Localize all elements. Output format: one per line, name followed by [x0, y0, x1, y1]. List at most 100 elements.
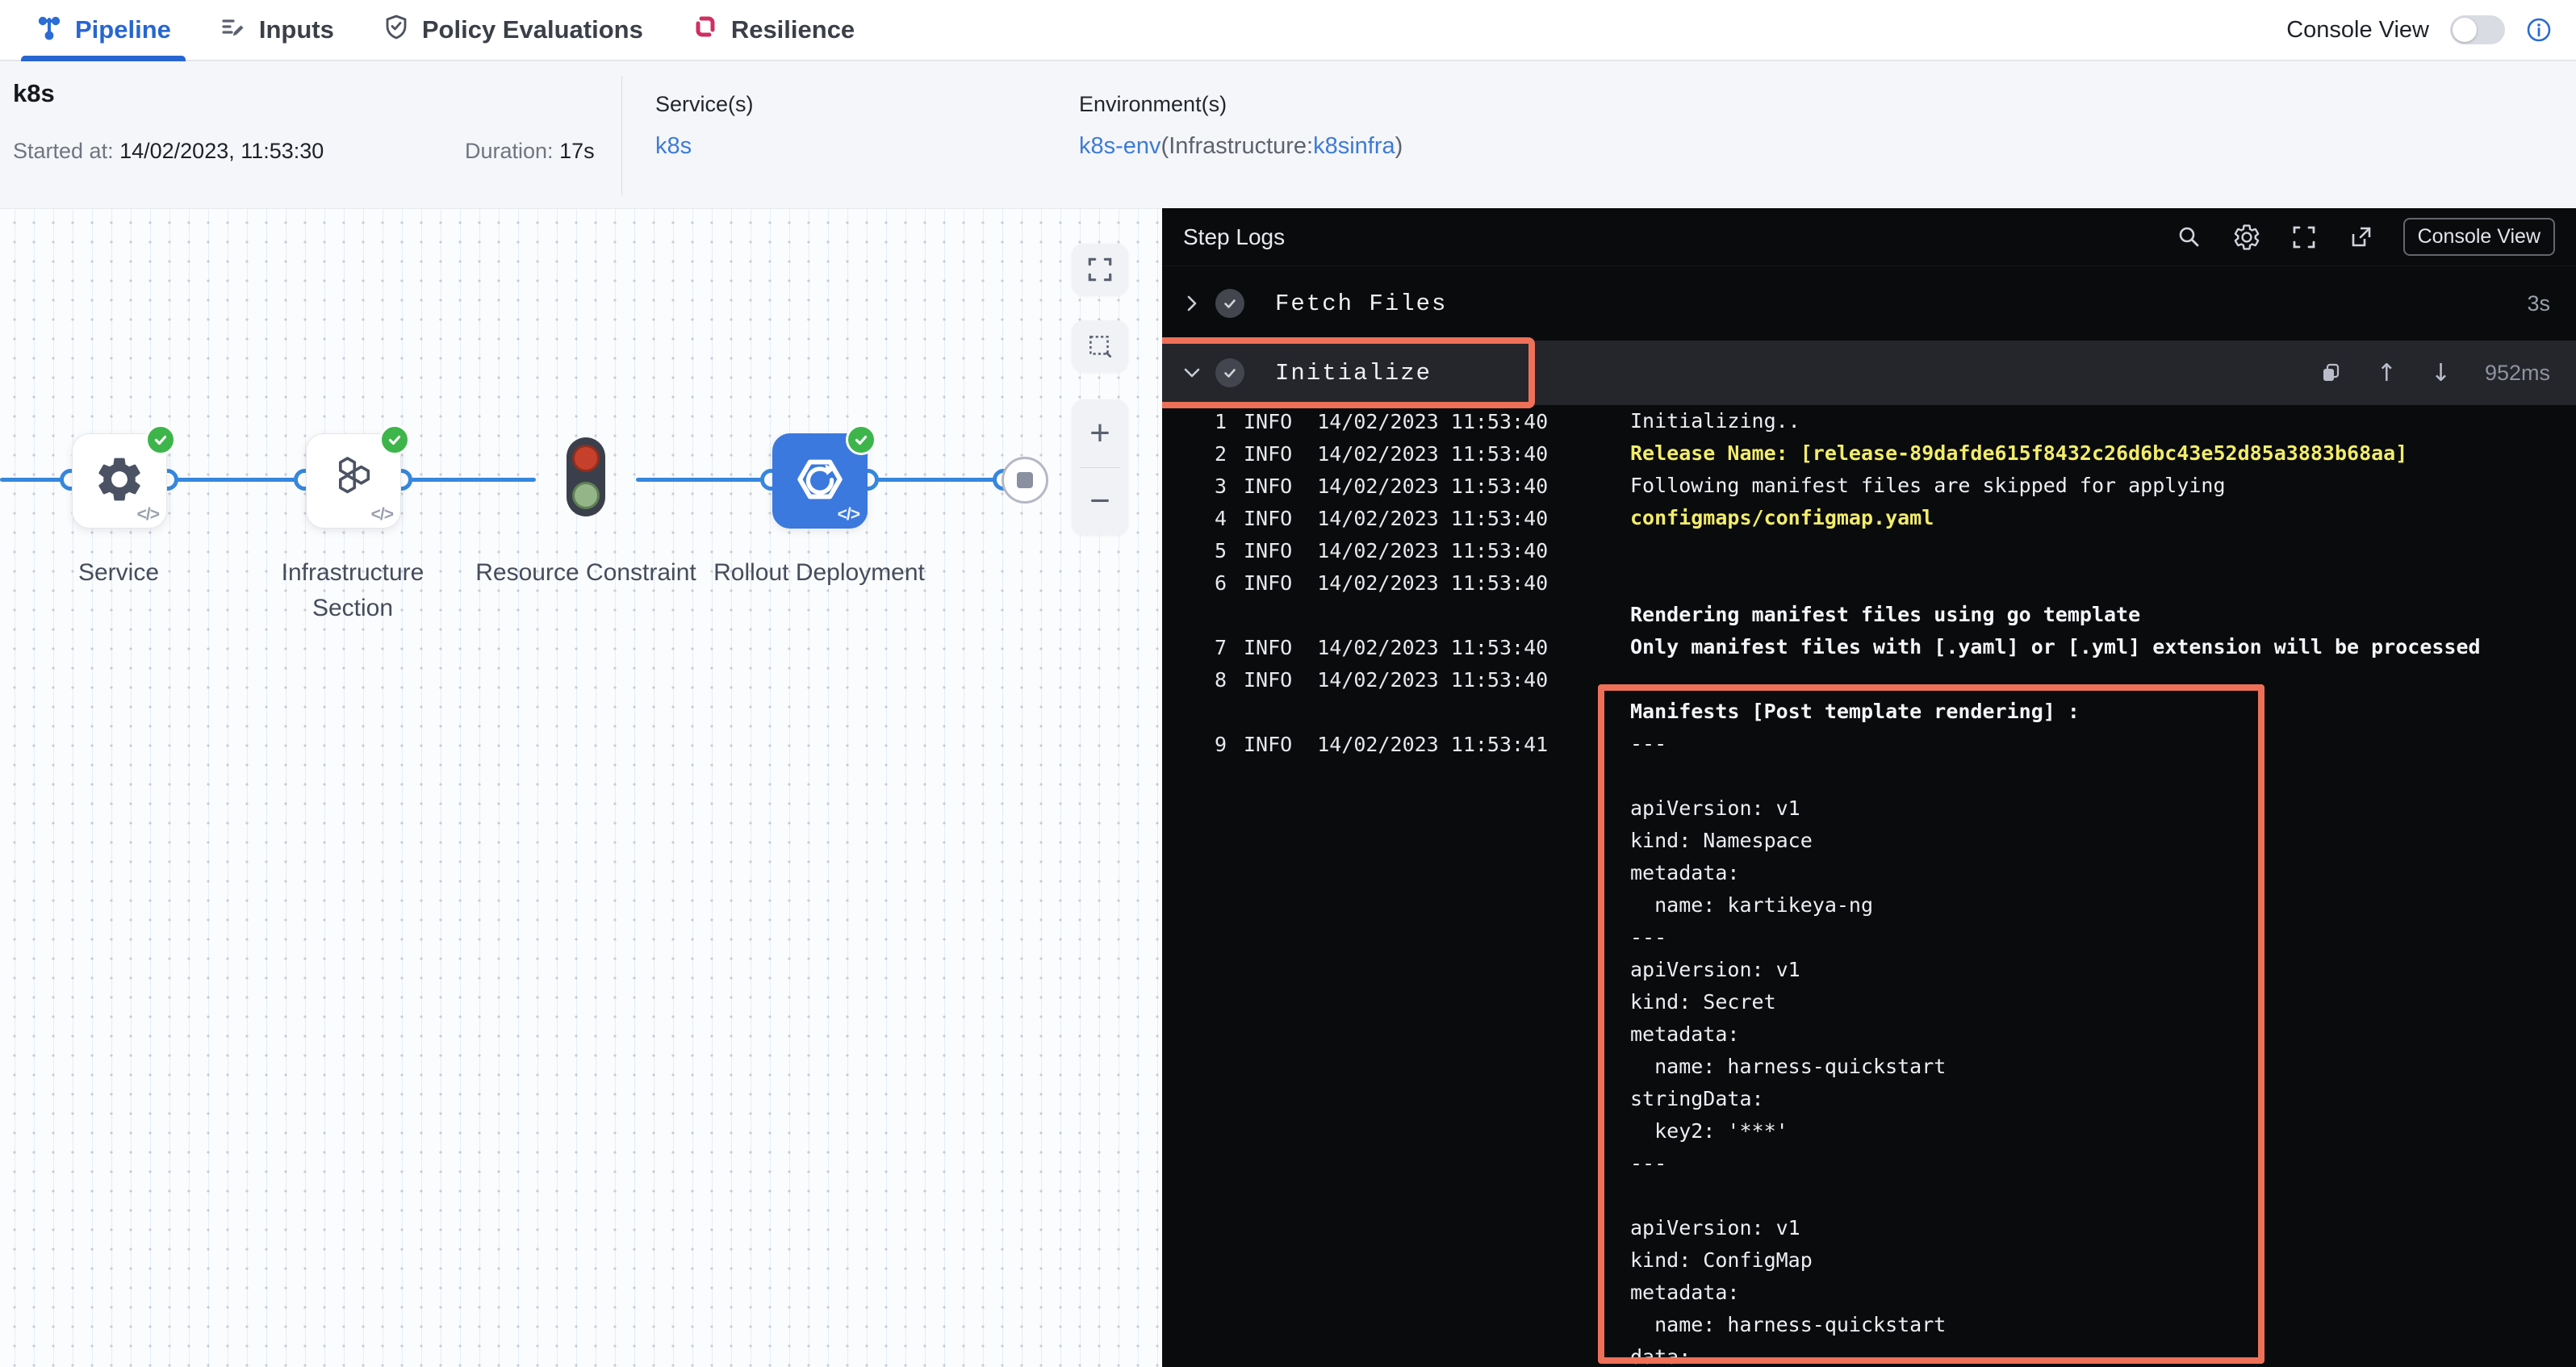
- node-infrastructure-section[interactable]: </>: [306, 433, 401, 529]
- step-logs-panel: Step Logs Console View Fetch Files 3s: [1162, 208, 2576, 1367]
- inputs-icon: [220, 13, 247, 47]
- edge-line: [868, 478, 1003, 482]
- marquee-select-button[interactable]: [1072, 320, 1128, 372]
- log-line-gutter: 5INFO14/02/2023 11:53:40: [1162, 534, 1548, 566]
- duration: Duration: 17s: [465, 139, 595, 164]
- node-end[interactable]: [1002, 457, 1048, 504]
- node-resource-constraint[interactable]: [567, 437, 605, 516]
- hexagons-icon: [327, 453, 380, 510]
- log-timestamp: 14/02/2023 11:53:40: [1317, 539, 1548, 562]
- tab-group: Pipeline Inputs Policy Evaluations Resil…: [0, 0, 879, 60]
- resilience-icon: [692, 13, 719, 47]
- log-message: ---: [1630, 922, 1666, 954]
- log-level: INFO: [1244, 507, 1292, 530]
- info-icon[interactable]: [2526, 17, 2552, 43]
- log-timestamp: 14/02/2023 11:53:40: [1317, 668, 1548, 692]
- log-line-number: 8: [1181, 668, 1227, 692]
- zoom-in-button[interactable]: +: [1072, 399, 1128, 467]
- chevron-right-icon[interactable]: [1181, 293, 1202, 314]
- step-duration: 3s: [2527, 291, 2550, 316]
- log-message: apiVersion: v1: [1630, 1212, 1800, 1244]
- log-timestamp: 14/02/2023 11:53:40: [1317, 474, 1548, 498]
- log-level: INFO: [1244, 442, 1292, 466]
- environment-infra-link[interactable]: k8sinfra: [1313, 133, 1395, 159]
- traffic-light-red: [572, 445, 600, 472]
- node-label-resource-constraint: Resource Constraint: [473, 555, 699, 591]
- environment-infra-suffix: ): [1395, 133, 1403, 159]
- log-line-number: 5: [1181, 539, 1227, 562]
- log-message: apiVersion: v1: [1630, 792, 1800, 825]
- header-divider: [621, 76, 622, 195]
- log-message: Only manifest files with [.yaml] or [.ym…: [1630, 631, 2481, 663]
- pipeline-canvas[interactable]: </> </> </>: [0, 208, 1162, 1367]
- open-external-icon[interactable]: [2347, 224, 2374, 251]
- code-icon: </>: [137, 505, 159, 525]
- step-duration: 952ms: [2485, 361, 2550, 386]
- zoom-out-button[interactable]: −: [1072, 468, 1128, 536]
- log-line-number: 1: [1181, 410, 1227, 433]
- log-level: INFO: [1244, 571, 1292, 595]
- log-message: configmaps/configmap.yaml: [1630, 502, 1934, 534]
- service-link[interactable]: k8s: [655, 133, 692, 159]
- traffic-light-green: [572, 482, 600, 509]
- edge-line: [636, 478, 771, 482]
- tab-resilience[interactable]: Resilience: [667, 0, 879, 60]
- log-line-gutter: 9INFO14/02/2023 11:53:41: [1162, 728, 1548, 760]
- log-message: name: kartikeya-ng: [1630, 889, 1873, 922]
- copy-icon[interactable]: [2319, 361, 2343, 385]
- scroll-up-icon[interactable]: ↑: [2377, 359, 2397, 387]
- step-row-fetch-files[interactable]: Fetch Files 3s: [1162, 271, 2576, 336]
- log-message: ---: [1630, 728, 1666, 760]
- log-level: INFO: [1244, 668, 1292, 692]
- step-success-icon: [1215, 358, 1244, 387]
- shield-check-icon: [383, 13, 410, 47]
- log-message: name: harness-quickstart: [1630, 1051, 1946, 1083]
- log-message: Manifests [Post template rendering] :: [1630, 696, 2080, 728]
- node-rollout-deployment[interactable]: </>: [772, 433, 868, 529]
- log-settings-gear-icon[interactable]: [2232, 223, 2261, 252]
- edge-line: [167, 478, 306, 482]
- log-message: data:: [1630, 1341, 1691, 1367]
- fullscreen-icon[interactable]: [2290, 224, 2318, 251]
- log-level: INFO: [1244, 410, 1292, 433]
- log-timestamp: 14/02/2023 11:53:40: [1317, 636, 1548, 659]
- log-message: kind: Namespace: [1630, 825, 1813, 857]
- console-view-toggle[interactable]: [2450, 15, 2505, 44]
- node-label-service: Service: [6, 555, 232, 591]
- log-message: Initializing..: [1630, 405, 1800, 437]
- node-label-infrastructure: Infrastructure Section: [240, 555, 466, 626]
- success-badge: [846, 424, 876, 455]
- services-column: Service(s) k8s: [655, 92, 754, 160]
- tab-policy-evaluations[interactable]: Policy Evaluations: [358, 0, 667, 60]
- scroll-down-icon[interactable]: ↓: [2431, 359, 2451, 387]
- log-level: INFO: [1244, 474, 1292, 498]
- log-line-gutter: 6INFO14/02/2023 11:53:40: [1162, 566, 1548, 599]
- log-timestamp: 14/02/2023 11:53:40: [1317, 571, 1548, 595]
- node-service[interactable]: </>: [72, 433, 167, 529]
- step-row-initialize[interactable]: Initialize ↑ ↓ 952ms: [1162, 341, 2576, 405]
- log-timestamp: 14/02/2023 11:53:41: [1317, 733, 1548, 756]
- environment-link[interactable]: k8s-env: [1079, 133, 1161, 159]
- log-line-gutter: 2INFO14/02/2023 11:53:40: [1162, 437, 1548, 470]
- log-message: apiVersion: v1: [1630, 954, 1800, 986]
- chevron-down-icon[interactable]: [1181, 362, 1202, 383]
- log-message: kind: ConfigMap: [1630, 1244, 1813, 1277]
- search-icon[interactable]: [2176, 224, 2203, 251]
- console-view-label: Console View: [2286, 17, 2429, 44]
- run-info-bar: k8s Started at: 14/02/2023, 11:53:30 Dur…: [0, 61, 2576, 209]
- tab-pipeline[interactable]: Pipeline: [11, 0, 195, 60]
- log-timestamp: 14/02/2023 11:53:40: [1317, 442, 1548, 466]
- gear-icon: [93, 453, 146, 510]
- success-badge: [145, 424, 176, 455]
- log-line-number: 3: [1181, 474, 1227, 498]
- fit-to-screen-button[interactable]: [1072, 244, 1128, 295]
- tab-inputs[interactable]: Inputs: [195, 0, 358, 60]
- top-tab-bar: Pipeline Inputs Policy Evaluations Resil…: [0, 0, 2576, 61]
- edge-line: [401, 478, 536, 482]
- log-line-gutter: 4INFO14/02/2023 11:53:40: [1162, 502, 1548, 534]
- console-view-button[interactable]: Console View: [2403, 218, 2555, 256]
- log-message: Following manifest files are skipped for…: [1630, 470, 2226, 502]
- log-line-gutter: 3 INFO 14/02/2023 11:53:40: [1162, 470, 1548, 502]
- log-message: metadata:: [1630, 857, 1739, 889]
- log-level: INFO: [1244, 636, 1292, 659]
